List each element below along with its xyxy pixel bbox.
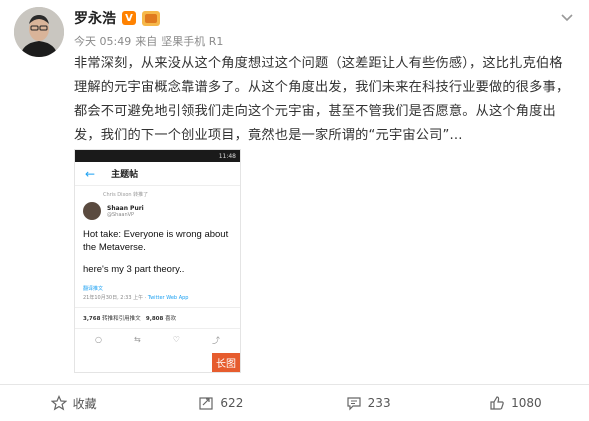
like-count: 1080 bbox=[511, 396, 542, 410]
tweet-avatar bbox=[83, 202, 101, 220]
phone-status-bar: 11:48 bbox=[75, 150, 240, 162]
comment-button[interactable]: 233 bbox=[295, 385, 442, 421]
weibo-post: 罗永浩 V 今天 05:49 来自 坚果手机 R1 非常深刻，从来没从这个角度想… bbox=[0, 0, 589, 384]
vip-badge-icon[interactable] bbox=[142, 10, 160, 26]
repost-button[interactable]: 622 bbox=[147, 385, 294, 421]
tweet-stats: 3,768 转推和引用推文 9,808 喜欢 bbox=[75, 307, 240, 329]
favorite-button[interactable]: 收藏 bbox=[0, 385, 147, 421]
comment-count: 233 bbox=[367, 396, 391, 410]
author-row: 罗永浩 V bbox=[74, 8, 160, 28]
post-time[interactable]: 今天 05:49 bbox=[74, 33, 131, 49]
retweet-icon: ⇆ bbox=[134, 335, 141, 344]
embedded-screenshot[interactable]: 11:48 ← 主题帖 Chris Dixon 转推了 Shaan Puri @… bbox=[74, 149, 241, 373]
retweet-line: Chris Dixon 转推了 bbox=[103, 192, 149, 198]
tweet-nav: ← 主题帖 bbox=[75, 162, 240, 186]
author-name[interactable]: 罗永浩 bbox=[74, 8, 116, 28]
action-bar: 收藏 622 233 1080 bbox=[0, 384, 589, 421]
post-text: 非常深刻，从来没从这个角度想过这个问题（这差距让人有些伤感），这比扎克伯格理解的… bbox=[74, 56, 570, 143]
tweet-user-name: Shaan Puri bbox=[107, 204, 144, 212]
tweet-body-line-1: Hot take: Everyone is wrong about the Me… bbox=[83, 229, 229, 253]
post-source[interactable]: 坚果手机 R1 bbox=[161, 33, 223, 49]
comment-icon bbox=[347, 397, 361, 411]
post-meta: 今天 05:49 来自 坚果手机 R1 bbox=[74, 33, 223, 49]
chevron-down-icon[interactable] bbox=[559, 9, 575, 25]
source-prefix: 来自 bbox=[135, 35, 158, 48]
like-button[interactable]: 1080 bbox=[442, 385, 589, 421]
favorite-label: 收藏 bbox=[72, 396, 97, 411]
star-icon bbox=[50, 395, 67, 411]
back-arrow-icon: ← bbox=[85, 166, 96, 181]
repost-count: 622 bbox=[220, 396, 244, 410]
share-icon: ⤴ bbox=[211, 336, 220, 345]
tweet-date: 21年10月30日, 2:33 上午 · Twitter Web App bbox=[83, 295, 189, 301]
tweet-user-handle: @ShaanVP bbox=[107, 211, 135, 218]
repost-icon bbox=[199, 397, 214, 410]
long-image-tag: 长图 bbox=[212, 353, 240, 372]
phone-time: 11:48 bbox=[218, 152, 236, 160]
reply-icon: ○ bbox=[95, 335, 102, 344]
tweet-user: Shaan Puri @ShaanVP bbox=[75, 198, 240, 224]
heart-icon: ♡ bbox=[172, 335, 180, 344]
tweet-translate: 翻译推文 bbox=[83, 286, 104, 292]
tweet-body: Hot take: Everyone is wrong about the Me… bbox=[75, 224, 240, 276]
verified-icon: V bbox=[122, 11, 136, 25]
tweet-actions: ○ ⇆ ♡ ⤴ bbox=[75, 329, 240, 352]
tweet-nav-title: 主题帖 bbox=[111, 170, 139, 180]
avatar[interactable] bbox=[14, 7, 64, 57]
tweet-body-line-2: here's my 3 part theory.. bbox=[83, 264, 185, 275]
thumbs-up-icon bbox=[490, 396, 504, 410]
